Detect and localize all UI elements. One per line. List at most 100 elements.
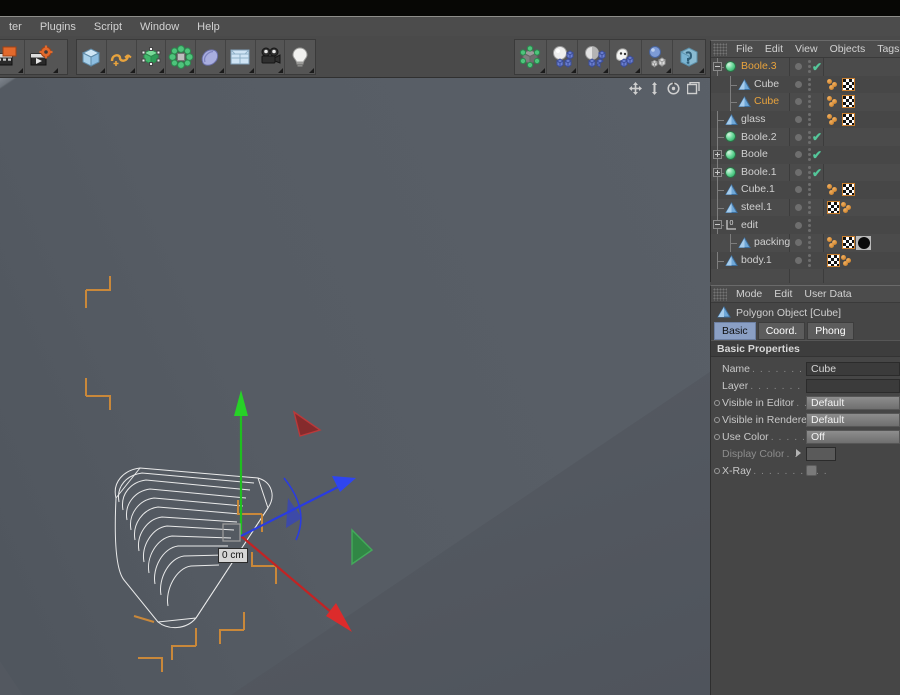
visibility-dots[interactable]: [791, 234, 823, 252]
panel-grip-icon[interactable]: [713, 42, 727, 56]
render-view-icon[interactable]: [0, 40, 25, 74]
menu-item-ter[interactable]: ter: [0, 18, 31, 36]
uvw-tag-icon[interactable]: [827, 78, 841, 91]
object-row[interactable]: glass: [711, 110, 900, 129]
material-shader-icon[interactable]: [578, 40, 611, 74]
boole-enabled-check-icon[interactable]: ✔: [812, 131, 822, 143]
character-icon[interactable]: [610, 40, 642, 74]
xray-toggle[interactable]: [806, 465, 817, 476]
object-row[interactable]: Boole.2 ✔: [711, 128, 900, 146]
collapse-icon[interactable]: [713, 220, 722, 230]
visibility-dots[interactable]: [791, 93, 823, 111]
uvw-tag-icon[interactable]: [827, 183, 841, 196]
collapse-icon[interactable]: [713, 62, 722, 71]
3d-viewport[interactable]: 0 cm: [0, 78, 710, 695]
object-name[interactable]: packing: [754, 234, 790, 251]
animate-bullet-icon[interactable]: [714, 399, 720, 406]
uvw-tag-icon[interactable]: [827, 236, 841, 249]
object-row[interactable]: body.1: [711, 251, 900, 270]
visibility-render-dots[interactable]: [808, 236, 811, 250]
object-row[interactable]: Boole.3 ✔: [711, 58, 900, 76]
menu-item-window[interactable]: Window: [131, 18, 188, 36]
material-tag-icon[interactable]: [842, 113, 855, 127]
am-menu-edit[interactable]: Edit: [768, 286, 798, 303]
visibility-dots[interactable]: [791, 252, 823, 270]
menu-item-help[interactable]: Help: [188, 18, 229, 36]
menu-item-plugins[interactable]: Plugins: [31, 18, 85, 36]
sculpt-icon[interactable]: [673, 40, 705, 74]
visibility-editor-dot[interactable]: [795, 63, 802, 71]
visibility-dots[interactable]: [791, 216, 823, 234]
property-input[interactable]: [806, 378, 900, 393]
object-name[interactable]: steel.1: [741, 199, 772, 216]
boole-enabled-check-icon[interactable]: ✔: [812, 149, 822, 161]
visibility-editor-dot[interactable]: [795, 98, 802, 106]
visibility-editor-dot[interactable]: [795, 239, 802, 247]
material-tag-icon[interactable]: [842, 77, 855, 91]
am-menu-user-data[interactable]: User Data: [798, 286, 857, 303]
visibility-render-dots[interactable]: [808, 148, 811, 162]
object-row[interactable]: 0 edit: [711, 216, 900, 234]
visibility-dots[interactable]: [791, 181, 823, 199]
object-name[interactable]: glass: [741, 111, 766, 128]
attribute-tab-coord[interactable]: Coord.: [757, 322, 806, 340]
spline-icon[interactable]: [107, 40, 137, 74]
object-name[interactable]: Boole.2: [741, 129, 777, 146]
object-name[interactable]: body.1: [741, 252, 772, 269]
visibility-editor-dot[interactable]: [795, 133, 802, 141]
object-row[interactable]: Cube: [711, 75, 900, 94]
visibility-editor-dot[interactable]: [795, 168, 802, 176]
material-tag-icon[interactable]: [842, 236, 855, 250]
animate-bullet-icon[interactable]: [714, 416, 720, 423]
visibility-dots[interactable]: [791, 111, 823, 129]
orbit-icon[interactable]: [667, 82, 680, 100]
property-dropdown[interactable]: Off: [806, 429, 900, 444]
boole-enabled-check-icon[interactable]: ✔: [812, 61, 822, 73]
material-tag-icon[interactable]: [827, 201, 840, 215]
visibility-render-dots[interactable]: [808, 113, 811, 127]
cube-primitive-icon[interactable]: [77, 40, 107, 74]
material-tag-icon[interactable]: [842, 183, 855, 197]
uvw-tag-icon[interactable]: [827, 113, 841, 126]
om-menu-objects[interactable]: Objects: [824, 41, 872, 58]
object-row[interactable]: Cube.1: [711, 181, 900, 199]
animate-bullet-icon[interactable]: [714, 467, 720, 474]
camera-icon[interactable]: [256, 40, 286, 74]
environment-icon[interactable]: [226, 40, 256, 74]
object-name[interactable]: Cube: [754, 93, 779, 110]
visibility-render-dots[interactable]: [808, 60, 811, 74]
am-menu-mode[interactable]: Mode: [730, 286, 768, 303]
object-name[interactable]: Cube: [754, 76, 779, 93]
light-icon[interactable]: [285, 40, 315, 74]
visibility-editor-dot[interactable]: [795, 256, 802, 264]
attribute-tab-basic[interactable]: Basic: [714, 322, 756, 340]
visibility-editor-dot[interactable]: [795, 80, 802, 88]
visibility-editor-dot[interactable]: [795, 151, 802, 159]
render-settings-icon[interactable]: [25, 40, 59, 74]
visibility-render-dots[interactable]: [808, 95, 811, 109]
visibility-render-dots[interactable]: [808, 165, 811, 179]
object-name[interactable]: edit: [741, 217, 758, 234]
om-menu-view[interactable]: View: [789, 41, 824, 58]
expand-icon[interactable]: [713, 167, 722, 177]
om-menu-edit[interactable]: Edit: [759, 41, 789, 58]
maximize-viewport-icon[interactable]: [686, 81, 700, 100]
visibility-dots[interactable]: [791, 76, 823, 94]
uvw-tag-icon[interactable]: [827, 95, 841, 108]
material-tag-icon[interactable]: [842, 95, 855, 109]
object-name[interactable]: Cube.1: [741, 181, 775, 198]
visibility-render-dots[interactable]: [808, 77, 811, 91]
object-name[interactable]: Boole.3: [741, 58, 777, 75]
pan-icon[interactable]: [629, 82, 642, 100]
nurbs-icon[interactable]: [137, 40, 167, 74]
visibility-editor-dot[interactable]: [795, 116, 802, 124]
material-tag-icon[interactable]: [827, 253, 840, 267]
attribute-tab-phong[interactable]: Phong: [807, 322, 854, 340]
visibility-render-dots[interactable]: [808, 201, 811, 215]
visibility-render-dots[interactable]: [808, 218, 811, 232]
visibility-dots[interactable]: [791, 199, 823, 217]
dynamics-icon[interactable]: [642, 40, 674, 74]
object-row[interactable]: Boole.1 ✔: [711, 163, 900, 182]
deformer-icon[interactable]: [196, 40, 226, 74]
object-tree[interactable]: Boole.3 ✔ Cube Cube glass Boole.2 ✔ Boole ✔ Boole…: [711, 58, 900, 283]
